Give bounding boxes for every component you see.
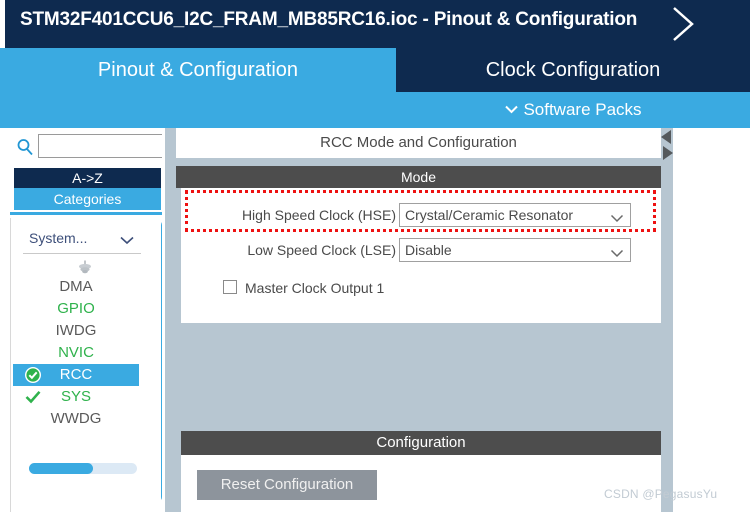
sidebar-item-sys[interactable]: SYS (13, 386, 139, 408)
tab-clock-configuration[interactable]: Clock Configuration (396, 48, 750, 92)
field-row-lse: Low Speed Clock (LSE) Disable (181, 238, 631, 262)
content-side-scroller[interactable] (661, 128, 673, 512)
search-input[interactable] (38, 134, 170, 158)
chevron-down-icon[interactable] (119, 232, 135, 250)
sidebar-item-label: IWDG (55, 322, 97, 339)
content-right-filler (673, 128, 750, 512)
chevron-down-icon[interactable] (610, 210, 624, 228)
collapse-handle-icon[interactable] (77, 260, 93, 274)
tree-horizontal-scrollbar[interactable] (29, 463, 137, 474)
field-row-hse: High Speed Clock (HSE) Crystal/Ceramic R… (181, 203, 631, 227)
sidebar-item-dma[interactable]: DMA (13, 276, 139, 298)
chevron-down-icon[interactable] (610, 245, 624, 263)
component-sidebar: A->Z Categories System... DMA GPIO IWDG … (0, 128, 174, 512)
lse-label: Low Speed Clock (LSE) (247, 242, 396, 258)
sidebar-item-iwdg[interactable]: IWDG (13, 320, 139, 342)
chevron-down-icon (504, 91, 519, 127)
window-title-bar: STM32F401CCU6_I2C_FRAM_MB85RC16.ioc - Pi… (0, 0, 750, 48)
hse-combobox[interactable]: Crystal/Ceramic Resonator (399, 203, 631, 227)
categories-button[interactable]: Categories (14, 188, 161, 210)
lse-combobox[interactable]: Disable (399, 238, 631, 262)
search-icon[interactable] (16, 138, 34, 156)
panel-title: RCC Mode and Configuration (176, 128, 661, 158)
lse-combobox-value: Disable (405, 242, 452, 258)
sidebar-item-label: NVIC (58, 344, 94, 361)
check-badge-icon (25, 367, 41, 383)
software-packs-menu[interactable]: Software Packs (396, 92, 750, 128)
sidebar-item-wwdg[interactable]: WWDG (13, 408, 139, 430)
master-clock-output-label: Master Clock Output 1 (245, 280, 385, 296)
sidebar-item-rcc[interactable]: RCC (13, 364, 139, 386)
tree-horizontal-scroll-thumb[interactable] (29, 463, 93, 474)
sidebar-item-label: DMA (59, 278, 93, 295)
main-content: RCC Mode and Configuration Mode High Spe… (176, 128, 750, 512)
page-title: STM32F401CCU6_I2C_FRAM_MB85RC16.ioc - Pi… (20, 9, 638, 30)
search-row (0, 132, 174, 162)
software-packs-label: Software Packs (523, 100, 642, 119)
configuration-section-header: Configuration (181, 431, 661, 455)
tab-pinout-configuration[interactable]: Pinout & Configuration (0, 48, 396, 92)
mode-section-body: High Speed Clock (HSE) Crystal/Ceramic R… (181, 188, 661, 323)
sidebar-item-label: SYS (60, 388, 91, 405)
hse-combobox-value: Crystal/Ceramic Resonator (405, 207, 574, 223)
triangle-right-icon[interactable] (661, 146, 673, 160)
chevron-right-icon (673, 7, 694, 41)
sidebar-item-label: RCC (59, 366, 93, 383)
tree-group-label: System... (29, 230, 88, 246)
tab-bar: Pinout & Configuration Clock Configurati… (0, 48, 750, 128)
category-tree: System... DMA GPIO IWDG NVIC RCC SYS WWD… (10, 218, 173, 512)
mode-section-header: Mode (176, 166, 661, 188)
panel-splitter[interactable] (165, 128, 176, 512)
triangle-left-icon[interactable] (661, 130, 673, 144)
sidebar-item-gpio[interactable]: GPIO (13, 298, 139, 320)
master-clock-output-checkbox[interactable] (223, 280, 237, 294)
sidebar-item-label: WWDG (50, 410, 102, 427)
check-icon (25, 390, 41, 404)
categories-underline (10, 212, 170, 215)
reset-configuration-button[interactable]: Reset Configuration (197, 470, 377, 500)
tree-group-divider (23, 253, 141, 254)
sidebar-item-label: GPIO (57, 300, 95, 317)
sort-az-button[interactable]: A->Z (14, 168, 161, 188)
configuration-section-body: Reset Configuration (181, 455, 661, 512)
title-bar-left-edge (0, 0, 5, 48)
hse-label: High Speed Clock (HSE) (241, 207, 396, 223)
sidebar-item-nvic[interactable]: NVIC (13, 342, 139, 364)
watermark: CSDN @PegasusYu (604, 487, 718, 501)
